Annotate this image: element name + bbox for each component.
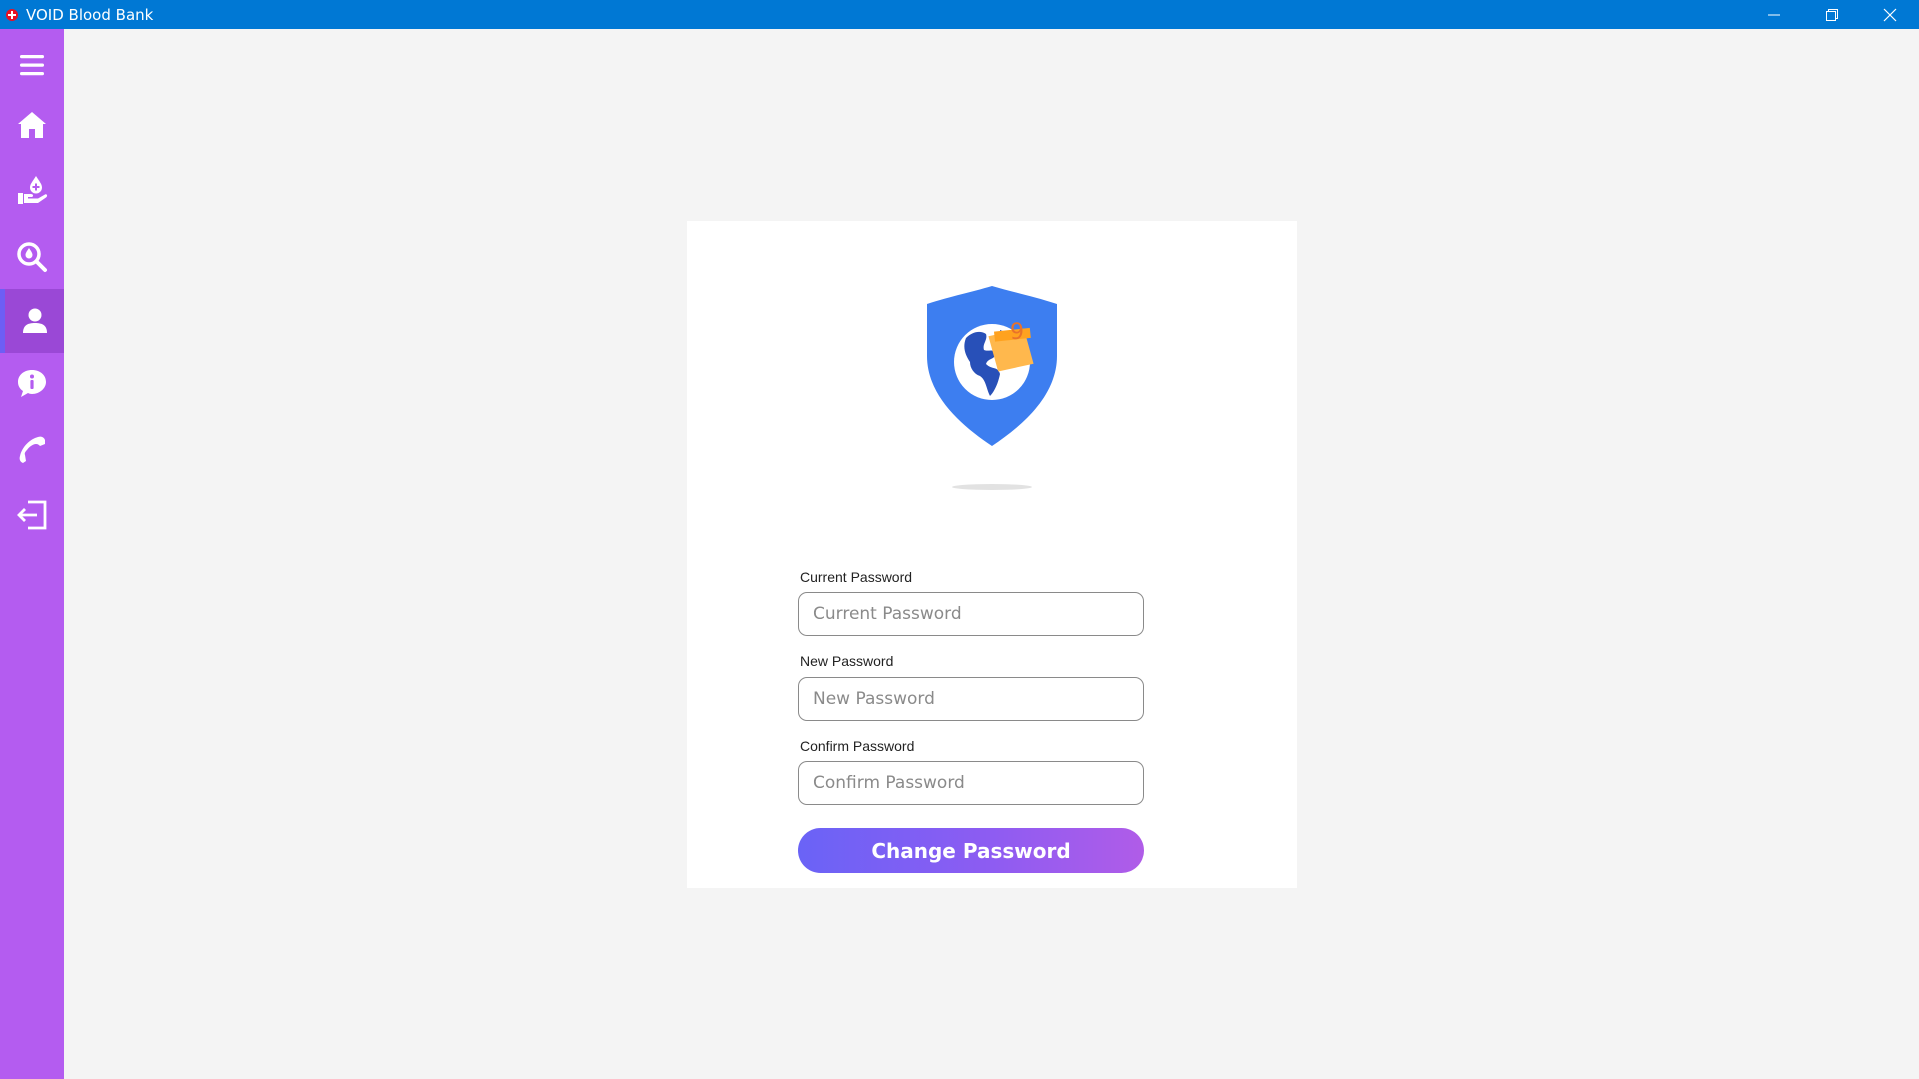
current-password-input[interactable] xyxy=(798,592,1144,636)
sidebar-item-contact[interactable] xyxy=(0,418,64,482)
search-blood-icon xyxy=(17,242,47,272)
sidebar-item-home[interactable] xyxy=(0,93,64,157)
user-profile-icon xyxy=(22,308,47,333)
donate-blood-icon xyxy=(18,176,48,204)
home-icon xyxy=(18,112,46,138)
logout-icon xyxy=(17,500,47,530)
new-password-label: New Password xyxy=(800,653,894,669)
illustration-shadow xyxy=(952,484,1032,490)
confirm-password-label: Confirm Password xyxy=(800,738,915,754)
minimize-button[interactable] xyxy=(1745,0,1803,29)
window-controls xyxy=(1745,0,1919,29)
window-title: VOID Blood Bank xyxy=(26,5,154,24)
calendar-badge-number: 9 xyxy=(1010,320,1024,345)
security-shield-globe-icon: 9 xyxy=(922,286,1062,446)
close-button[interactable] xyxy=(1861,0,1919,29)
close-icon xyxy=(1883,8,1897,21)
sidebar-item-profile[interactable] xyxy=(0,289,64,353)
sidebar-item-donate[interactable] xyxy=(0,158,64,222)
info-chat-icon xyxy=(18,370,46,397)
app-logo-icon xyxy=(6,8,18,21)
current-password-label: Current Password xyxy=(800,569,913,585)
restore-button[interactable] xyxy=(1803,0,1861,29)
sidebar-menu-button[interactable] xyxy=(0,33,64,97)
change-password-card: 9 Current Password New Password Confirm … xyxy=(687,221,1297,888)
phone-icon xyxy=(19,436,45,463)
sidebar-item-logout[interactable] xyxy=(0,483,64,547)
sidebar-item-search-blood[interactable] xyxy=(0,225,64,289)
restore-icon xyxy=(1826,8,1838,21)
confirm-password-input[interactable] xyxy=(798,761,1144,805)
menu-icon xyxy=(20,55,44,76)
change-password-button[interactable]: Change Password xyxy=(798,828,1144,873)
title-bar: VOID Blood Bank xyxy=(0,0,1919,29)
sidebar xyxy=(0,29,64,1079)
new-password-input[interactable] xyxy=(798,677,1144,721)
minimize-icon xyxy=(1768,14,1780,15)
sidebar-item-info[interactable] xyxy=(0,351,64,415)
